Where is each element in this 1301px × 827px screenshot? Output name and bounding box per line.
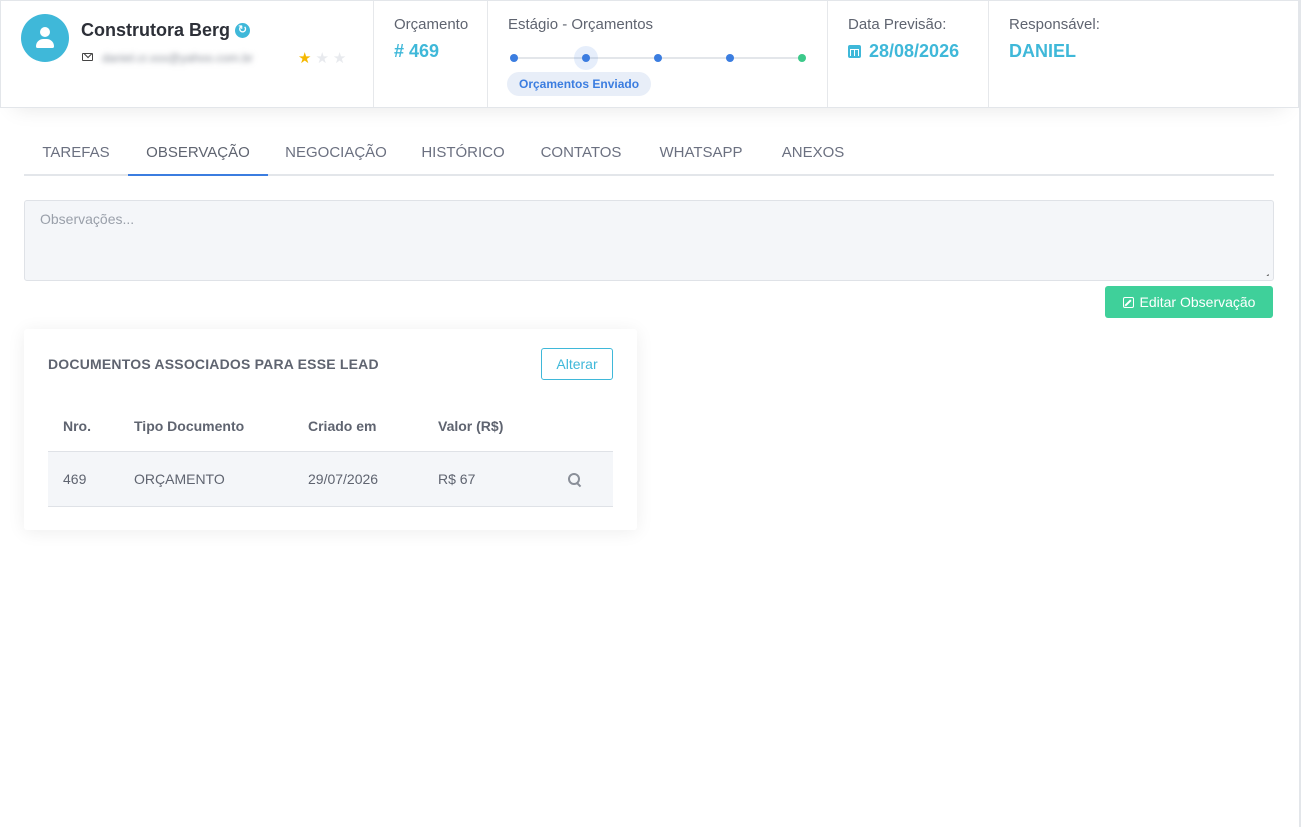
cell-valor: R$ 67	[423, 451, 543, 507]
stage-step-dot[interactable]	[510, 54, 518, 62]
edit-observation-label: Editar Observação	[1139, 294, 1256, 310]
column-header-valor: Valor (R$)	[423, 401, 543, 452]
search-icon[interactable]	[568, 472, 582, 487]
lead-header: Construtora Berg ↻ daniel.cr.xxx@yahoo.c…	[0, 0, 1299, 108]
documents-table: Nro. Tipo Documento Criado em Valor (R$)…	[48, 401, 613, 507]
cell-tipo: ORÇAMENTO	[119, 451, 293, 507]
company-name: Construtora Berg	[81, 20, 231, 40]
table-row[interactable]: 469 ORÇAMENTO 29/07/2026 R$ 67	[48, 451, 613, 507]
column-header-actions	[543, 401, 613, 452]
calendar-icon	[848, 45, 861, 58]
date-column: Data Previsão: 28/08/2026	[828, 1, 989, 107]
column-header-tipo: Tipo Documento	[119, 401, 293, 452]
tab-bar: TAREFAS OBSERVAÇÃO NEGOCIAÇÃO HISTÓRICO …	[24, 130, 1274, 176]
tab-observacao[interactable]: OBSERVAÇÃO	[128, 130, 268, 176]
stage-step-dot[interactable]	[654, 54, 662, 62]
column-header-criado: Criado em	[293, 401, 423, 452]
documents-card: DOCUMENTOS ASSOCIADOS PARA ESSE LEAD Alt…	[24, 329, 637, 530]
stage-step-dot[interactable]	[726, 54, 734, 62]
stage-current-badge: Orçamentos Enviado	[507, 72, 652, 96]
stage-column: Estágio - Orçamentos Orçamentos Enviado	[488, 1, 828, 107]
star-icon[interactable]: ★	[298, 49, 315, 67]
responsible-column: Responsável: DANIEL	[989, 1, 1300, 107]
table-header-row: Nro. Tipo Documento Criado em Valor (R$)	[48, 401, 613, 452]
edit-observation-button[interactable]: Editar Observação	[1105, 286, 1273, 318]
star-icon[interactable]: ★	[315, 49, 332, 67]
documents-title: DOCUMENTOS ASSOCIADOS PARA ESSE LEAD	[48, 356, 379, 372]
tab-negociacao[interactable]: NEGOCIAÇÃO	[268, 130, 404, 176]
alter-documents-button[interactable]: Alterar	[541, 348, 613, 380]
date-text: 28/08/2026	[869, 41, 960, 61]
cell-actions	[543, 451, 613, 507]
rating-stars[interactable]: ★★★	[298, 49, 350, 67]
mail-icon	[82, 53, 93, 61]
tab-tarefas[interactable]: TAREFAS	[24, 130, 128, 176]
date-value: 28/08/2026	[848, 41, 959, 62]
column-header-nro: Nro.	[48, 401, 119, 452]
orcamento-column: Orçamento # 469	[374, 1, 488, 107]
stage-label: Estágio - Orçamentos	[508, 16, 654, 33]
tab-whatsapp[interactable]: WHATSAPP	[640, 130, 762, 176]
sync-icon[interactable]: ↻	[235, 23, 250, 38]
observation-textarea[interactable]	[24, 200, 1274, 281]
user-icon	[40, 27, 50, 37]
date-label: Data Previsão:	[848, 16, 947, 33]
star-icon[interactable]: ★	[333, 49, 350, 67]
contact-email[interactable]: daniel.cr.xxx@yahoo.com.br	[102, 51, 253, 65]
avatar	[21, 14, 69, 62]
orcamento-label: Orçamento	[394, 16, 469, 33]
cell-criado: 29/07/2026	[293, 451, 423, 507]
edit-icon	[1122, 297, 1134, 308]
tab-anexos[interactable]: ANEXOS	[762, 130, 864, 176]
tab-historico[interactable]: HISTÓRICO	[404, 130, 522, 176]
orcamento-number: # 469	[394, 41, 440, 61]
tab-contatos[interactable]: CONTATOS	[522, 130, 640, 176]
stage-step-dot[interactable]	[798, 54, 806, 62]
stage-step-dot[interactable]	[574, 46, 598, 70]
responsible-label: Responsável:	[1009, 16, 1100, 33]
cell-nro: 469	[48, 451, 119, 507]
responsible-value: DANIEL	[1009, 41, 1076, 61]
contact-column: Construtora Berg ↻ daniel.cr.xxx@yahoo.c…	[1, 1, 374, 107]
